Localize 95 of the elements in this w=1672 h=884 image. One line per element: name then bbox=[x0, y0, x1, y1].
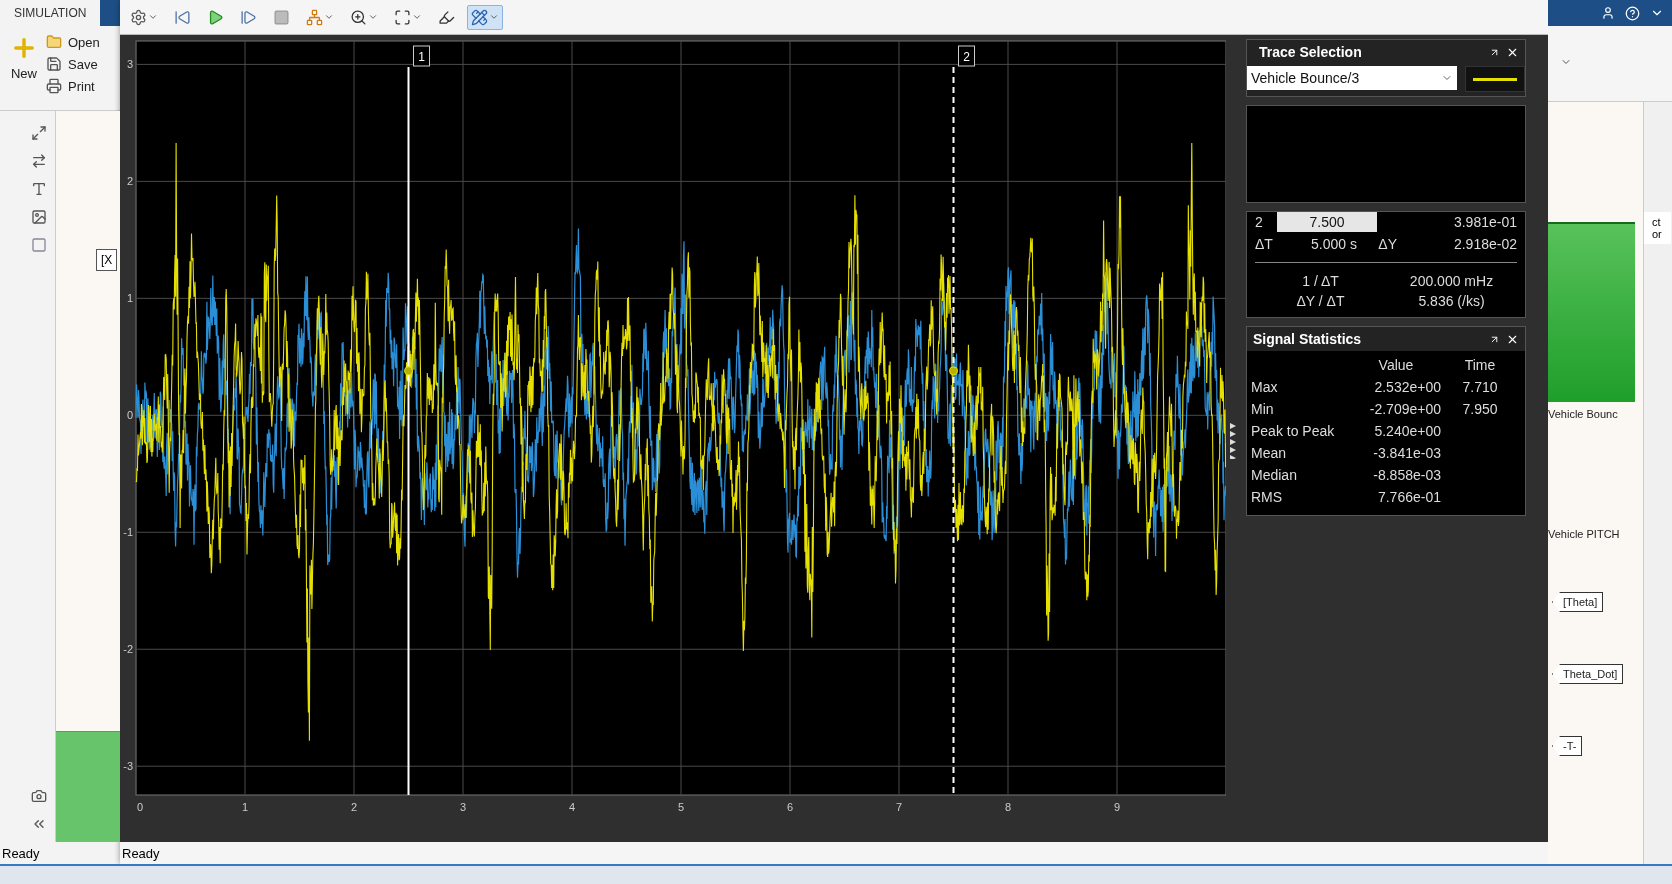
printer-icon bbox=[46, 78, 62, 94]
panel-title: Signal Statistics bbox=[1253, 331, 1363, 347]
cursor-time-field[interactable]: 7.500 bbox=[1277, 212, 1377, 232]
simulation-tab[interactable]: SIMULATION bbox=[0, 0, 101, 26]
cursor-label: 1 bbox=[418, 50, 425, 64]
from-tag: [Theta] bbox=[1552, 592, 1604, 612]
toolbar-button[interactable] bbox=[467, 4, 503, 30]
column-header: Value bbox=[1377, 357, 1415, 373]
cursor-point bbox=[404, 366, 413, 376]
stop-icon bbox=[273, 8, 290, 26]
measure-label: ΔY / ΔT bbox=[1295, 293, 1346, 309]
stat-value: 2.532e+00 bbox=[1373, 379, 1441, 395]
trace-dropdown[interactable]: Vehicle Bounce/3 bbox=[1247, 66, 1457, 90]
arrows-icon[interactable] bbox=[31, 153, 47, 169]
camera-icon[interactable] bbox=[31, 788, 47, 804]
y-tick-label: 2 bbox=[126, 175, 133, 188]
image-icon[interactable] bbox=[31, 209, 47, 225]
x-tick-label: 4 bbox=[568, 801, 576, 813]
stat-time: 7.950 bbox=[1461, 401, 1499, 417]
play-icon bbox=[207, 8, 224, 26]
caret-icon bbox=[148, 12, 158, 22]
column-header: Time bbox=[1463, 357, 1497, 373]
line-style-button[interactable] bbox=[1465, 66, 1525, 92]
fit-icon[interactable] bbox=[31, 125, 47, 141]
gear-icon bbox=[130, 8, 147, 26]
delta-label: ΔY bbox=[1377, 236, 1397, 252]
x-tick-label: 3 bbox=[459, 801, 467, 813]
save-icon bbox=[46, 56, 62, 72]
goto-tag: [X bbox=[96, 249, 118, 271]
panel-title: Trace Selection bbox=[1259, 44, 1363, 60]
caret-icon bbox=[324, 12, 334, 22]
pencil-ruler-icon bbox=[471, 8, 488, 26]
y-tick-label: 0 bbox=[126, 409, 133, 422]
caret-icon bbox=[489, 12, 499, 22]
measure-value: 200.000 mHz bbox=[1408, 273, 1495, 289]
stat-time: 7.710 bbox=[1461, 379, 1499, 395]
branch-icon bbox=[306, 8, 323, 26]
status-text: Ready bbox=[1, 844, 41, 863]
stat-label: Mean bbox=[1251, 445, 1288, 461]
caret-icon bbox=[368, 12, 378, 22]
stat-label: Max bbox=[1251, 379, 1279, 395]
block-label: Vehicle Bounc bbox=[1548, 408, 1619, 420]
user-icon[interactable] bbox=[1601, 6, 1615, 20]
stat-label: Min bbox=[1251, 401, 1275, 417]
measure-value: 5.836 (/ks) bbox=[1417, 293, 1486, 309]
y-tick-label: -3 bbox=[123, 760, 133, 773]
file-button[interactable]: Save bbox=[46, 56, 116, 72]
delta-label: ΔT bbox=[1255, 236, 1274, 252]
delta-value: 5.000 s bbox=[1310, 236, 1357, 252]
x-tick-label: 8 bbox=[1004, 801, 1012, 813]
highlighter-icon bbox=[438, 8, 455, 26]
cursor-label: 2 bbox=[963, 50, 970, 64]
stat-label: Median bbox=[1251, 467, 1298, 483]
from-tag: -T- bbox=[1552, 736, 1583, 756]
x-tick-label: 9 bbox=[1113, 801, 1121, 813]
y-tick-label: -1 bbox=[123, 526, 133, 539]
zoom-in-icon bbox=[350, 8, 367, 26]
measure-label: 1 / ΔT bbox=[1301, 273, 1340, 289]
stat-value: -8.858e-03 bbox=[1372, 467, 1441, 483]
side-tab[interactable]: ctor bbox=[1644, 212, 1671, 245]
caret-icon bbox=[412, 12, 422, 22]
cursor-marker[interactable] bbox=[958, 45, 975, 67]
new-button[interactable]: New bbox=[4, 34, 44, 110]
file-button[interactable]: Open bbox=[46, 34, 116, 50]
folder-icon bbox=[46, 34, 62, 50]
stat-value: 7.766e-01 bbox=[1376, 489, 1441, 505]
from-tag: Theta_Dot] bbox=[1552, 664, 1624, 684]
x-tick-label: 5 bbox=[677, 801, 685, 813]
stat-value: -2.709e+00 bbox=[1368, 401, 1441, 417]
x-tick-label: 0 bbox=[136, 801, 144, 813]
status-text: Ready bbox=[121, 844, 161, 863]
y-tick-label: 1 bbox=[126, 292, 133, 305]
text-icon[interactable] bbox=[31, 181, 47, 197]
stat-value: 5.240e+00 bbox=[1373, 423, 1441, 439]
step-forward-icon bbox=[240, 8, 257, 26]
x-tick-label: 7 bbox=[895, 801, 903, 813]
file-button[interactable]: Print bbox=[46, 78, 116, 94]
stat-label: RMS bbox=[1251, 489, 1284, 505]
help-icon[interactable] bbox=[1625, 5, 1640, 21]
cursor-marker[interactable] bbox=[413, 45, 430, 67]
stat-value: -3.841e-03 bbox=[1372, 445, 1441, 461]
block-label: Vehicle PITCH bbox=[1548, 528, 1621, 540]
x-tick-label: 2 bbox=[350, 801, 358, 813]
x-tick-label: 1 bbox=[241, 801, 249, 813]
delta-value: 2.918e-02 bbox=[1452, 236, 1517, 252]
cursor-point bbox=[949, 366, 958, 376]
y-tick-label: -2 bbox=[123, 643, 133, 656]
y-tick-label: 3 bbox=[126, 58, 133, 71]
cursor-number: 2 bbox=[1255, 214, 1264, 230]
cursor-value: 3.981e-01 bbox=[1452, 214, 1517, 230]
step-back-icon bbox=[174, 8, 191, 26]
fit-view-icon bbox=[394, 8, 411, 26]
cursor-line[interactable] bbox=[952, 66, 955, 796]
stat-label: Peak to Peak bbox=[1251, 423, 1336, 439]
x-tick-label: 6 bbox=[786, 801, 794, 813]
